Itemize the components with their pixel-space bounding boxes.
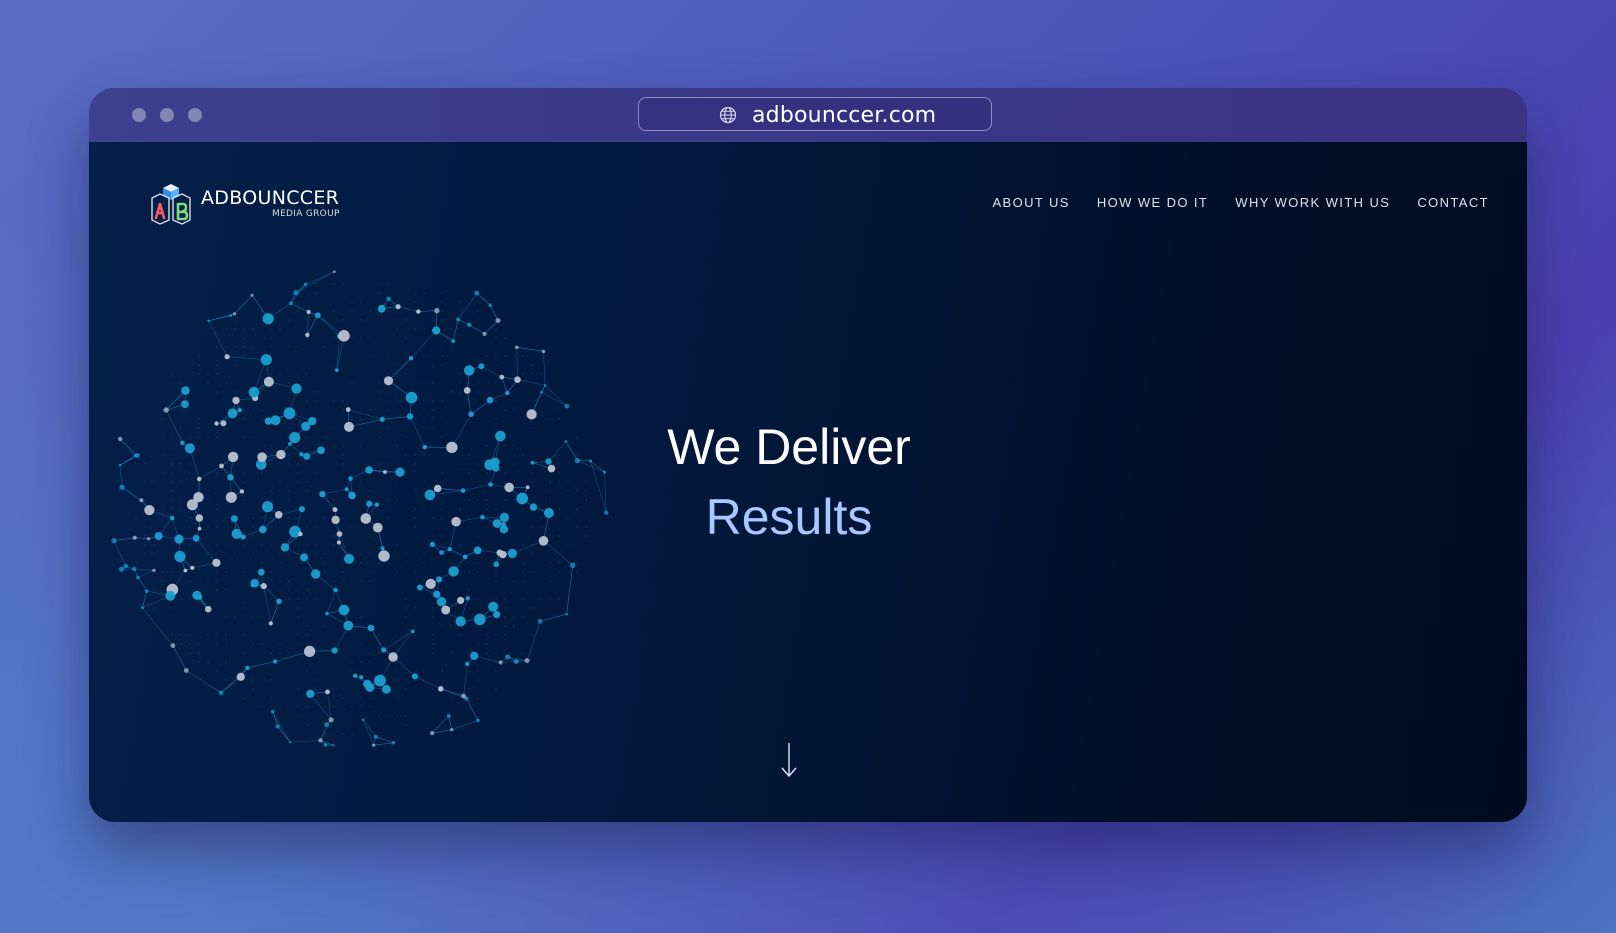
window-close-dot[interactable] bbox=[132, 108, 146, 122]
network-globe-graphic bbox=[111, 270, 609, 747]
logo-name: ADBOUNCCER bbox=[201, 187, 340, 209]
browser-window: adbounccer.com ADBOUNCCER MEDIA GROUP AB… bbox=[89, 88, 1527, 822]
address-bar[interactable]: adbounccer.com bbox=[638, 97, 992, 131]
hero-line-2: Results bbox=[705, 489, 873, 545]
site-logo[interactable]: ADBOUNCCER MEDIA GROUP bbox=[149, 182, 359, 226]
globe-icon bbox=[719, 106, 737, 124]
hero-line-1: We Deliver bbox=[667, 419, 911, 475]
nav-about-us[interactable]: ABOUT US bbox=[992, 195, 1069, 210]
window-maximize-dot[interactable] bbox=[188, 108, 202, 122]
logo-subtitle: MEDIA GROUP bbox=[272, 209, 340, 219]
website-hero-section: ADBOUNCCER MEDIA GROUP ABOUT US HOW WE D… bbox=[89, 142, 1527, 822]
url-text: adbounccer.com bbox=[752, 103, 937, 128]
nav-why-work-with-us[interactable]: WHY WORK WITH US bbox=[1235, 195, 1390, 210]
hero-heading: We Deliver Results bbox=[589, 417, 989, 547]
nav-how-we-do-it[interactable]: HOW WE DO IT bbox=[1097, 195, 1208, 210]
main-navigation: ABOUT US HOW WE DO IT WHY WORK WITH US C… bbox=[965, 195, 1489, 210]
window-minimize-dot[interactable] bbox=[160, 108, 174, 122]
arrow-down-icon[interactable] bbox=[780, 742, 798, 778]
browser-titlebar: adbounccer.com bbox=[89, 88, 1527, 142]
nav-contact[interactable]: CONTACT bbox=[1417, 195, 1489, 210]
abc-blocks-logo-icon bbox=[151, 184, 191, 225]
